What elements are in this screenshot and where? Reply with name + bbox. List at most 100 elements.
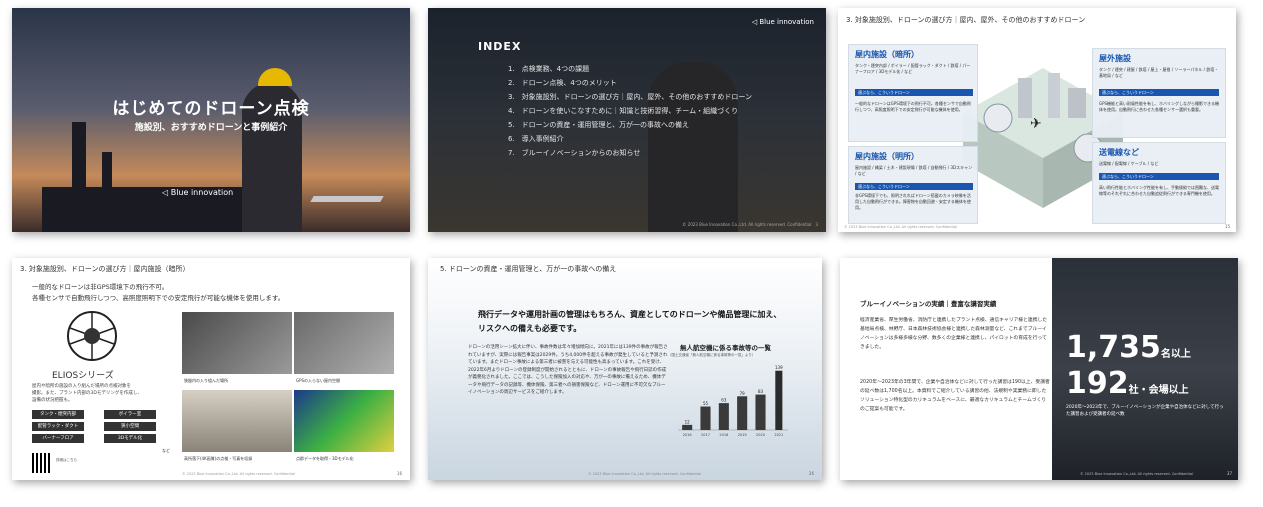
index-item: 6. 導入事例紹介 [508,135,564,143]
card-title: 屋内施設（暗所） [855,50,919,59]
use-case-chip: 狭小空間 [104,422,156,431]
chart-bar [755,394,766,430]
body-text: ドローンの活用シーン拡大に伴い、事故件数は年々増加傾向に。2021年には139件… [468,345,668,395]
index-item: 1. 点検業務、4つの課題 [508,65,590,73]
chart-tick-label: 2020 [756,433,765,437]
photo-caption: 高所落下(4K画質)の点検・写真を収録 [184,456,253,461]
photo-caption: GPSの入らない屋内空間 [296,378,341,383]
index-item: 4. ドローンを使いこなすために｜知識と技術習得、チーム・組織づくり [508,107,739,115]
page-number: 16 [396,471,402,476]
chart-data-label: 63 [721,398,727,403]
slide-footer: © 2023 Blue Innovation Co.,Ltd. All righ… [1080,472,1193,476]
chips-more: など [162,448,170,453]
card-title: 屋内施設（明所） [855,152,919,161]
slide-footer: © 2023 Blue Innovation Co.,Ltd. All righ… [844,225,957,229]
product-series-name: ELIOSシリーズ [52,371,114,381]
card-indoor-dark: 屋内施設（暗所） タンク・煙突内部 / ボイラー / 配管ラック・ダクト / 鉄… [848,44,978,142]
cover-title: はじめてのドローン点検 [112,99,310,119]
photo-indoor-space [294,312,394,374]
slide-footer: © 2023 Blue Innovation Co.,Ltd. All righ… [682,222,818,227]
page-number: 37 [1226,471,1232,476]
slide-heading: 3. 対象施設別、ドローンの選び方｜屋内、屋外、その他のおすすめドローン [846,16,1086,24]
brand-logo: ◁ Blue innovation [162,188,234,197]
card-text: GPS機能と高い耐風性能を有し、ホバリングしながら撮影できる機体を使用。自動飛行… [1099,101,1219,112]
svg-text:✈: ✈ [1030,116,1042,132]
card-text: 高い飛行性能とホバリング性能を有し、手動操縦では困難な、送電線等のそれぞれに合わ… [1099,185,1219,196]
photo-caption: 狭隘内の入り組んだ場所 [184,378,228,383]
index-item: 3. 対象施設別、ドローンの選び方｜屋内、屋外、その他のおすすめドローン [508,93,752,101]
page-number: 26 [808,471,814,476]
card-tags: 屋内施設 / 橋梁 / 土木・建設現場 / 鉄塔 / 自動飛行 / 3Dスキャン… [855,165,973,176]
slide-thumbnail-drone-selection[interactable]: 3. 対象施設別、ドローンの選び方｜屋内、屋外、その他のおすすめドローン ✈ 屋… [838,8,1236,232]
photo-narrow-space [182,312,292,374]
card-indoor-lit: 屋内施設（明所） 屋内施設 / 橋梁 / 土木・建設現場 / 鉄塔 / 自動飛行… [848,146,978,224]
card-tags: 送電線 / 配電線 / ケーブル / など [1099,161,1159,166]
card-tags: タンク / 煙突 / 建屋 / 鉄塔 / 屋上・屋根 / ソーラーパネル / 鉄… [1099,67,1219,78]
card-bar: 適ぶなら、こういうドローン [1099,173,1219,180]
slide-thumbnail-achievements[interactable]: ブルーイノベーションの実績｜豊富な講習実績 経済産業省、厚生労働省、消防庁と連携… [840,258,1238,480]
slide-thumbnail-asset-management[interactable]: 5. ドローンの資産・運用管理と、万が一の事故への備え 飛行データや運用計画の管… [428,258,822,480]
body-text: 経済産業省、厚生労働省、消防庁と連携したプラント点検、通信キャリア様と連携した基… [860,318,1048,350]
chart-bar [737,396,748,430]
chart-title: 無人航空機に係る事故等の一覧 [680,344,771,352]
card-power-line: 送電線など 送電線 / 配電線 / ケーブル / など 適ぶなら、こういうドロー… [1092,142,1226,224]
photo-high-place [182,390,292,452]
card-title: 送電線など [1099,148,1139,157]
card-bar: 適ぶなら、こういうドローン [1099,89,1219,96]
helmet-shape [258,68,292,86]
card-text: 一般的なドローンはGPS環境下の飛行不可。各種センサで自動飛行しつつ、高照度照明… [855,101,971,112]
chart-data-label: 55 [703,401,709,406]
card-title: 屋外施設 [1099,54,1131,63]
index-item: 2. ドローン点検、4つのメリット [508,79,617,87]
lead-text: 飛行データや運用計画の管理はもちろん、資産としてのドローンや備品管理に加え、 リ… [478,310,782,333]
accident-bar-chart: 12 2016 55 2017 63 2018 79 2019 83 2020 139 2021 [678,365,788,437]
stat-unit: 名以上 [1160,349,1191,360]
stat-note: 2020年〜2023年で、ブルーイノベーションが企業や自治体などに対して行った講… [1066,405,1224,417]
page-number: 15 [1224,224,1230,229]
use-case-chip: 3Dモデル化 [104,434,156,443]
slide-thumbnail-indoor-dark[interactable]: 3. 対象施設別、ドローンの選び方｜屋内施設（暗所） 一般的なドローンは非GPS… [12,258,410,480]
stat-value: 1,735 [1066,330,1161,365]
body-text: 2020年〜2023年の3年間で、企業や自治体などに対して行った講習は190以上… [860,380,1050,412]
stat-value: 192 [1066,366,1129,401]
chart-bar [718,403,729,430]
chart-bar [700,406,711,430]
slide-thumbnail-cover[interactable]: はじめてのドローン点検 施設別、おすすめドローンと事例紹介 ◁ Blue inn… [12,8,410,232]
laptop-shape [310,196,384,202]
chart-data-label: 12 [685,419,691,424]
slide-heading: ブルーイノベーションの実績｜豊富な講習実績 [860,300,997,308]
card-tags: タンク・煙突内部 / ボイラー / 配管ラック・ダクト / 鉄塔 / パーナーフ… [855,63,971,74]
brand-logo: ◁ Blue innovation [751,18,814,26]
stat-companies: 192社・会場以上 [1066,366,1189,401]
cover-subtitle: 施設別、おすすめドローンと事例紹介 [134,123,288,133]
index-item: 7. ブルーイノベーションからのお知らせ [508,149,641,157]
stat-trainees: 1,735名以上 [1066,330,1191,365]
qr-note: 詳細はこちら [56,458,77,462]
photo-point-cloud [294,390,394,452]
chart-subtitle: （国土交通省「無人航空機に係る事故等の一覧」より） [668,353,756,357]
chart-tick-label: 2018 [719,433,728,437]
chart-tick-label: 2017 [701,433,710,437]
stat-unit: 社・会場以上 [1128,385,1189,396]
index-heading: INDEX [478,40,522,53]
product-description: 屋内や暗所の施設の入り組んだ場所の点検対象を 撮影。また、プラント内部の3Dモデ… [32,384,142,403]
slide-footer: © 2023 Blue Innovation Co.,Ltd. All righ… [182,472,295,476]
chart-tick-label: 2016 [683,433,692,437]
chart-data-label: 139 [775,365,783,370]
qr-code[interactable] [32,453,52,473]
card-outdoor: 屋外施設 タンク / 煙突 / 建屋 / 鉄塔 / 屋上・屋根 / ソーラーパネ… [1092,48,1226,138]
card-bar: 適ぶなら、こういうドローン [855,183,973,190]
use-case-chip: 配管ラック・ダクト [32,422,84,431]
slide-heading: 3. 対象施設別、ドローンの選び方｜屋内施設（暗所） [20,265,190,273]
brand-name: Blue innovation [170,188,234,197]
slide-heading: 5. ドローンの資産・運用管理と、万が一の事故への備え [440,265,617,273]
chart-bar-highlight [775,370,783,430]
chart-tick-label: 2021 [774,433,783,437]
slide-footer: © 2023 Blue Innovation Co.,Ltd. All righ… [588,472,701,476]
slide-thumbnail-index[interactable]: ◁ Blue innovation INDEX 1. 点検業務、4つの課題 2.… [428,8,826,232]
intro-text: 一般的なドローンは非GPS環境下の飛行不可。 各種センサで自動飛行しつつ、高照度… [32,283,285,302]
index-item: 5. ドローンの資産・運用管理と、万が一の事故への備え [508,121,690,129]
use-case-chip: ボイラー室 [104,410,156,419]
chart-data-label: 79 [740,391,746,396]
card-bar: 適ぶなら、こういうドローン [855,89,973,96]
